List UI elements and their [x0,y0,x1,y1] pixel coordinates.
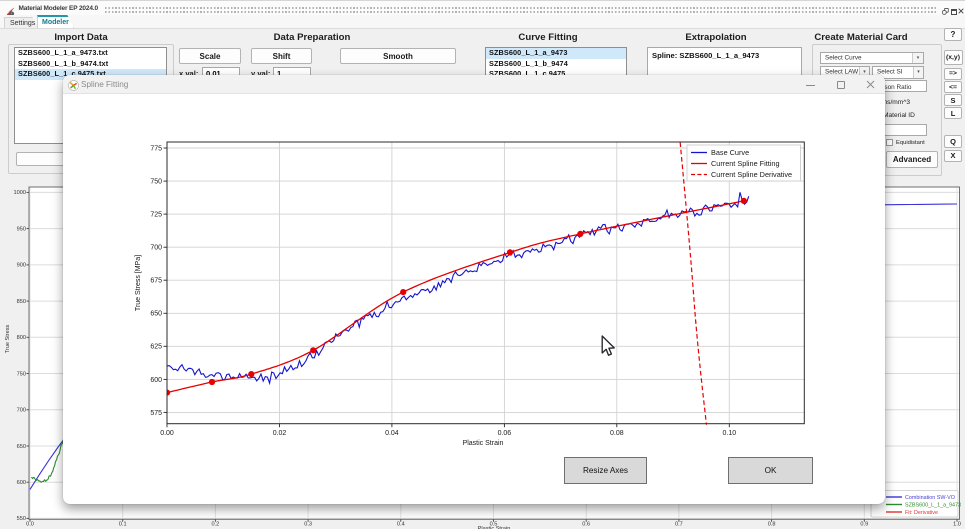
svg-text:700: 700 [150,245,162,252]
svg-text:Fit: Derivative: Fit: Derivative [905,510,938,516]
svg-text:725: 725 [150,212,162,219]
svg-text:True Stress [MPa]: True Stress [MPa] [135,255,142,311]
svg-text:0.08: 0.08 [610,430,624,437]
svg-text:850: 850 [17,299,26,305]
svg-text:650: 650 [17,444,26,450]
svg-text:0.3: 0.3 [304,522,312,528]
svg-text:0.0: 0.0 [26,522,34,528]
svg-text:550: 550 [17,516,26,522]
svg-text:0.7: 0.7 [675,522,683,528]
svg-text:Combination SW-VO: Combination SW-VO [905,495,955,501]
svg-text:650: 650 [150,311,162,318]
svg-text:0.06: 0.06 [498,430,512,437]
svg-text:750: 750 [17,371,26,377]
svg-text:600: 600 [150,377,162,384]
svg-text:SZBS600_L_1_a_9473: SZBS600_L_1_a_9473 [905,503,961,509]
svg-text:900: 900 [17,263,26,269]
svg-text:0.10: 0.10 [722,430,736,437]
svg-text:0.2: 0.2 [212,522,220,528]
svg-text:0.8: 0.8 [768,522,776,528]
svg-text:0.04: 0.04 [385,430,399,437]
svg-text:Base Curve: Base Curve [711,148,749,157]
svg-text:Current Spline Derivative: Current Spline Derivative [711,170,792,179]
svg-text:700: 700 [17,408,26,414]
svg-text:Current Spline Fitting: Current Spline Fitting [711,159,780,168]
svg-text:0.1: 0.1 [119,522,127,528]
svg-text:0.6: 0.6 [582,522,590,528]
svg-text:0.02: 0.02 [273,430,287,437]
svg-text:950: 950 [17,226,26,232]
svg-text:True Stress: True Stress [5,324,11,353]
svg-text:Plastic Strain: Plastic Strain [463,440,504,447]
svg-text:0.4: 0.4 [397,522,405,528]
svg-text:1.0: 1.0 [953,522,961,528]
svg-text:0.00: 0.00 [160,430,174,437]
svg-text:775: 775 [150,145,162,152]
svg-text:1000: 1000 [14,190,26,196]
svg-text:675: 675 [150,278,162,285]
svg-text:750: 750 [150,179,162,186]
svg-text:625: 625 [150,344,162,351]
svg-text:0.9: 0.9 [860,522,868,528]
svg-text:800: 800 [17,335,26,341]
svg-text:600: 600 [17,480,26,486]
svg-text:575: 575 [150,410,162,417]
